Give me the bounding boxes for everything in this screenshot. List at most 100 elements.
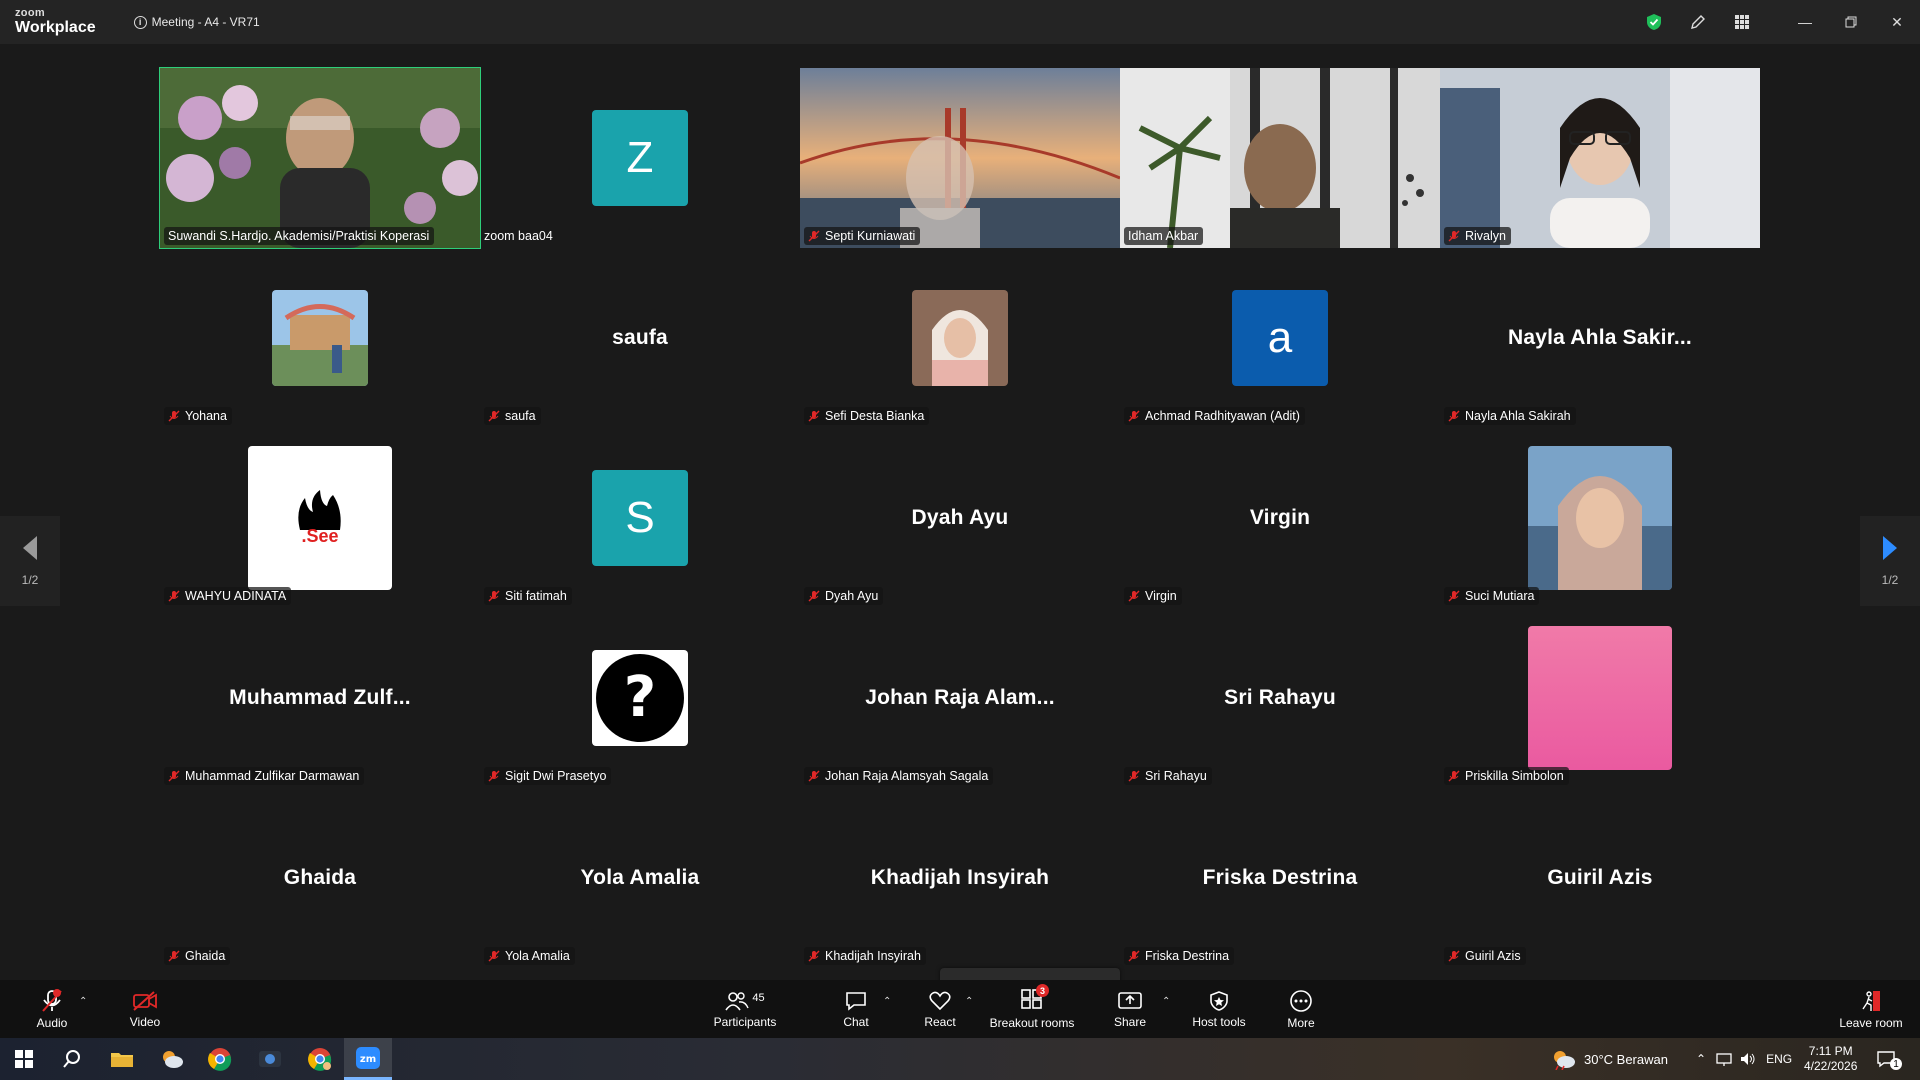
participant-name: zoom baa04 bbox=[484, 229, 553, 243]
clock-date: 4/22/2026 bbox=[1804, 1059, 1858, 1073]
participant-tile[interactable]: Dyah Ayu Dyah Ayu bbox=[800, 428, 1120, 608]
participant-tile[interactable]: Virgin Virgin bbox=[1120, 428, 1440, 608]
participant-tile[interactable]: Sefi Desta Bianka bbox=[800, 248, 1120, 428]
video-feed-orchid bbox=[160, 68, 480, 248]
weather-widget[interactable]: 30°C Berawan bbox=[1550, 1038, 1668, 1080]
video-button[interactable]: Video bbox=[120, 980, 170, 1038]
view-grid-icon[interactable] bbox=[1720, 0, 1764, 44]
participant-tile[interactable]: Yohana bbox=[160, 248, 480, 428]
more-button[interactable]: More bbox=[1282, 980, 1320, 1038]
share-options-caret[interactable]: ⌃ bbox=[1162, 996, 1170, 1007]
participant-tile[interactable]: Suci Mutiara bbox=[1440, 428, 1760, 608]
audio-label: Audio bbox=[36, 1015, 68, 1030]
participant-tile[interactable]: Khadijah Insyirah Khadijah Insyirah bbox=[800, 788, 1120, 968]
participant-tile[interactable]: Ghaida Ghaida bbox=[160, 788, 480, 968]
tray-expand-icon[interactable]: ⌃ bbox=[1696, 1052, 1706, 1066]
zoom-taskbar-icon[interactable]: zm bbox=[344, 1038, 392, 1080]
participant-display-name: Dyah Ayu bbox=[911, 506, 1009, 529]
participant-tile[interactable]: Suwandi S.Hardjo. Akademisi/Praktisi Kop… bbox=[159, 67, 481, 249]
leave-room-button[interactable]: Leave room bbox=[1836, 980, 1906, 1038]
participant-display-name: Johan Raja Alam... bbox=[865, 686, 1055, 709]
brand-bottom: Workplace bbox=[15, 19, 96, 36]
chat-options-caret[interactable]: ⌃ bbox=[883, 996, 891, 1007]
chrome-icon[interactable] bbox=[196, 1038, 244, 1080]
clock-time: 7:11 PM bbox=[1808, 1044, 1853, 1058]
mic-muted-icon bbox=[808, 950, 820, 962]
restore-button[interactable] bbox=[1828, 0, 1874, 44]
participant-display-name: saufa bbox=[612, 326, 668, 349]
participant-name: Muhammad Zulfikar Darmawan bbox=[164, 767, 365, 785]
chrome-profile-icon[interactable] bbox=[296, 1038, 344, 1080]
video-feed-office bbox=[1120, 68, 1440, 248]
host-tools-button[interactable]: Host tools bbox=[1188, 980, 1250, 1038]
participant-tile[interactable]: Septi Kurniawati bbox=[800, 68, 1120, 248]
info-icon: i bbox=[133, 15, 147, 29]
clock[interactable]: 7:11 PM 4/22/2026 bbox=[1804, 1038, 1857, 1080]
mic-muted-icon bbox=[168, 590, 180, 602]
breakout-label: Breakout rooms bbox=[989, 1016, 1075, 1030]
prev-page-button[interactable]: 1/2 bbox=[0, 516, 60, 606]
meeting-info[interactable]: i Meeting - A4 - VR71 bbox=[133, 15, 260, 29]
avatar: S bbox=[592, 470, 688, 566]
participant-name: Priskilla Simbolon bbox=[1444, 767, 1569, 785]
react-button[interactable]: React bbox=[920, 980, 960, 1038]
participant-display-name: Guiril Azis bbox=[1547, 866, 1653, 889]
participant-tile[interactable]: Idham Akbar bbox=[1120, 68, 1440, 248]
shield-icon[interactable] bbox=[1632, 0, 1676, 44]
edit-icon[interactable] bbox=[1676, 0, 1720, 44]
participant-tile[interactable]: saufa saufa bbox=[480, 248, 800, 428]
mic-muted-icon bbox=[488, 950, 500, 962]
participants-button[interactable]: 45 Participants bbox=[710, 980, 780, 1038]
windows-start-icon[interactable] bbox=[0, 1038, 48, 1080]
video-label: Video bbox=[129, 1014, 161, 1029]
share-button[interactable]: Share bbox=[1110, 980, 1150, 1038]
windows-taskbar: zm 30°C Berawan ⌃ ENG 7:11 PM 4/22/2026 … bbox=[0, 1038, 1920, 1080]
participant-tile[interactable]: ? Sigit Dwi Prasetyo bbox=[480, 608, 800, 788]
minimize-button[interactable]: — bbox=[1782, 0, 1828, 44]
mic-muted-icon bbox=[1128, 950, 1140, 962]
chat-button[interactable]: Chat bbox=[838, 980, 874, 1038]
participant-display-name: Sri Rahayu bbox=[1224, 686, 1336, 709]
close-button[interactable]: ✕ bbox=[1874, 0, 1920, 44]
participants-label: Participants bbox=[713, 1014, 777, 1029]
participant-tile[interactable]: Z zoom baa04 bbox=[480, 68, 800, 248]
language-indicator[interactable]: ENG bbox=[1766, 1052, 1792, 1066]
mic-muted-icon bbox=[1448, 770, 1460, 782]
participant-tile[interactable]: Rivalyn bbox=[1440, 68, 1760, 248]
participant-tile[interactable]: Muhammad Zulf... Muhammad Zulfikar Darma… bbox=[160, 608, 480, 788]
system-tray[interactable]: ⌃ ENG bbox=[1696, 1038, 1792, 1080]
next-page-button[interactable]: 1/2 bbox=[1860, 516, 1920, 606]
participant-name: Idham Akbar bbox=[1124, 227, 1204, 245]
mic-muted-icon bbox=[168, 410, 180, 422]
participant-tile[interactable]: Yola Amalia Yola Amalia bbox=[480, 788, 800, 968]
participant-tile[interactable]: Guiril Azis Guiril Azis bbox=[1440, 788, 1760, 968]
avatar: Z bbox=[592, 110, 688, 206]
notifications-button[interactable]: 1 bbox=[1876, 1038, 1908, 1080]
participant-tile[interactable]: Johan Raja Alam... Johan Raja Alamsyah S… bbox=[800, 608, 1120, 788]
audio-options-caret[interactable]: ⌃ bbox=[79, 996, 87, 1007]
volume-icon[interactable] bbox=[1740, 1052, 1756, 1066]
camera-app-icon[interactable] bbox=[246, 1038, 294, 1080]
search-icon[interactable] bbox=[48, 1038, 96, 1080]
participant-tile[interactable]: Sri Rahayu Sri Rahayu bbox=[1120, 608, 1440, 788]
participant-tile[interactable]: Nayla Ahla Sakir... Nayla Ahla Sakirah bbox=[1440, 248, 1760, 428]
react-options-caret[interactable]: ⌃ bbox=[965, 996, 973, 1007]
breakout-rooms-button[interactable]: 3 Breakout rooms bbox=[986, 980, 1078, 1038]
mic-muted-icon bbox=[1128, 770, 1140, 782]
mic-muted-icon bbox=[488, 410, 500, 422]
breakout-badge: 3 bbox=[1036, 984, 1049, 997]
weather-app-icon[interactable] bbox=[148, 1038, 196, 1080]
mic-muted-icon bbox=[42, 988, 62, 1012]
participant-tile[interactable]: a Achmad Radhityawan (Adit) bbox=[1120, 248, 1440, 428]
participant-display-name: Ghaida bbox=[283, 866, 357, 889]
participant-tile[interactable]: S Siti fatimah bbox=[480, 428, 800, 608]
participant-tile[interactable]: Priskilla Simbolon bbox=[1440, 608, 1760, 788]
participant-name: Septi Kurniawati bbox=[804, 227, 921, 245]
file-explorer-icon[interactable] bbox=[98, 1038, 146, 1080]
audio-button[interactable]: Audio bbox=[30, 980, 74, 1038]
share-screen-icon bbox=[1118, 991, 1142, 1009]
participant-name: Sefi Desta Bianka bbox=[804, 407, 930, 425]
participant-tile[interactable]: Friska Destrina Friska Destrina bbox=[1120, 788, 1440, 968]
participant-tile[interactable]: .See WAHYU ADINATA bbox=[160, 428, 480, 608]
network-icon[interactable] bbox=[1716, 1052, 1732, 1066]
